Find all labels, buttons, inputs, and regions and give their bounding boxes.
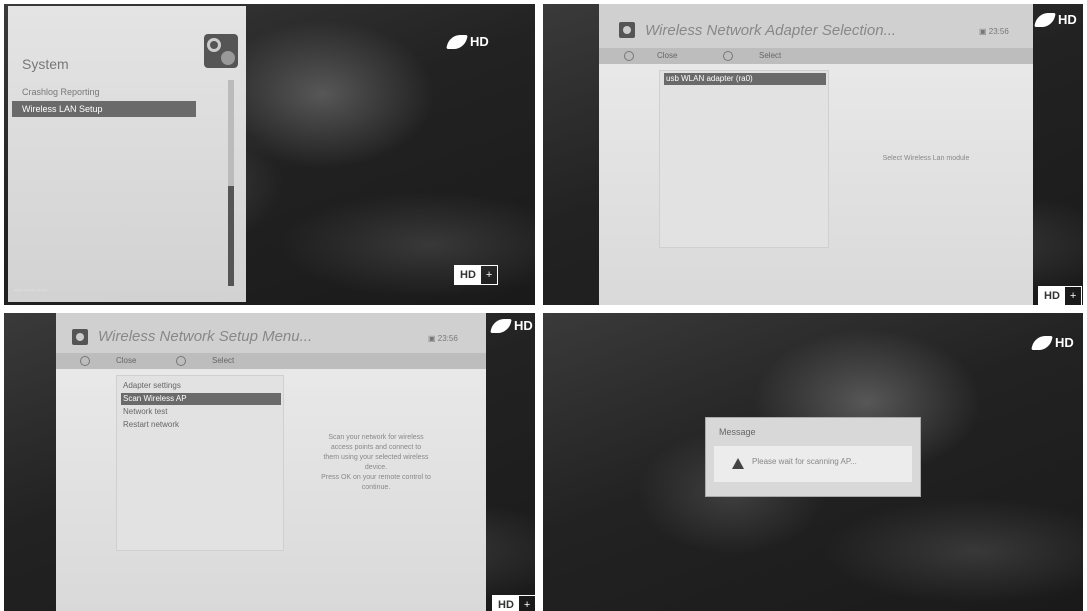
clock-text: 23:56 <box>988 27 1009 36</box>
dialog-title: Wireless Network Setup Menu... <box>98 328 313 345</box>
list-item-restart-network[interactable]: Restart network <box>121 419 281 431</box>
channel-logo-text: HD <box>1055 335 1074 350</box>
network-settings-icon <box>619 22 635 38</box>
system-menu: System Crashlog Reporting Wireless LAN S… <box>8 6 246 302</box>
menu-item-crashlog-reporting[interactable]: Crashlog Reporting <box>12 84 196 100</box>
select-button-icon[interactable] <box>176 356 186 366</box>
channel-logo-text: HD <box>1058 12 1077 27</box>
help-line: access points and connect to <box>330 444 422 451</box>
message-dialog: Message Please wait for scanning AP... <box>705 417 921 497</box>
clock-text: 23:56 <box>437 334 458 343</box>
close-button-icon[interactable] <box>80 356 90 366</box>
channel-logo-icon <box>446 34 468 49</box>
clock: ▣ 23:56 <box>428 334 458 343</box>
menu-title: System <box>22 56 69 72</box>
adapter-selection-dialog: Wireless Network Adapter Selection... ▣ … <box>599 4 1033 305</box>
plus-badge-text: + <box>485 269 493 281</box>
list-item-scan-wireless-ap[interactable]: Scan Wireless AP <box>121 393 281 405</box>
warning-icon <box>732 458 744 469</box>
channel-logo: HD <box>1031 335 1074 350</box>
channel-logo-icon <box>1034 12 1056 27</box>
help-text: Select Wireless Lan module <box>882 155 970 162</box>
message-body: Please wait for scanning AP... <box>714 446 912 482</box>
hd-badge-text: HD <box>493 596 519 611</box>
help-line: Press OK on your remote control to <box>321 474 431 481</box>
help-line: Scan your network for wireless <box>328 434 424 441</box>
list-item-network-test[interactable]: Network test <box>121 406 281 418</box>
panel-scanning-message: Message Please wait for scanning AP... H… <box>543 313 1083 611</box>
channel-logo-icon <box>490 318 512 333</box>
hd-plus-badge: HD + <box>492 595 535 611</box>
hd-badge-text: HD <box>455 266 481 284</box>
menu-footer: ▪▪▪▪ ▪▪▪▪▪ ▪▪▪▪▪ <box>14 288 48 294</box>
close-button-icon[interactable] <box>624 51 634 61</box>
dialog-title: Wireless Network Adapter Selection... <box>645 22 897 39</box>
list-item-adapter-settings[interactable]: Adapter settings <box>121 380 281 392</box>
help-line: continue. <box>361 484 391 491</box>
channel-logo: HD <box>1034 12 1077 27</box>
scrollbar-thumb[interactable] <box>228 186 234 286</box>
list-item-usb-wlan-adapter[interactable]: usb WLAN adapter (ra0) <box>664 73 826 85</box>
setup-menu-list: Adapter settings Scan Wireless AP Networ… <box>116 375 284 551</box>
select-button-icon[interactable] <box>723 51 733 61</box>
clock: ▣ 23:56 <box>979 27 1009 36</box>
setup-menu-dialog: Wireless Network Setup Menu... ▣ 23:56 C… <box>56 313 486 611</box>
panel-setup-menu: Wireless Network Setup Menu... ▣ 23:56 C… <box>4 313 535 611</box>
close-button[interactable]: Close <box>657 51 677 60</box>
plus-badge-text: + <box>523 599 531 611</box>
help-text: Scan your network for wireless access po… <box>296 433 456 493</box>
select-button[interactable]: Select <box>759 51 781 60</box>
close-button[interactable]: Close <box>116 356 136 365</box>
channel-logo-text: HD <box>514 318 533 333</box>
plus-badge-text: + <box>1069 290 1077 302</box>
channel-logo: HD <box>446 34 489 49</box>
panel-adapter-selection: Wireless Network Adapter Selection... ▣ … <box>543 4 1083 305</box>
scrollbar[interactable] <box>228 80 234 286</box>
panel-system-menu: System Crashlog Reporting Wireless LAN S… <box>4 4 535 305</box>
network-settings-icon <box>72 329 88 345</box>
channel-logo-icon <box>1031 335 1053 350</box>
channel-logo: HD <box>490 318 533 333</box>
help-line: them using your selected wireless <box>323 454 429 461</box>
message-text: Please wait for scanning AP... <box>752 457 857 466</box>
settings-icon <box>204 34 238 68</box>
message-title: Message <box>719 427 756 437</box>
adapter-list: usb WLAN adapter (ra0) <box>659 70 829 248</box>
help-line: device. <box>364 464 388 471</box>
menu-item-wireless-lan-setup[interactable]: Wireless LAN Setup <box>12 101 196 117</box>
hd-plus-badge: HD + <box>1038 286 1083 305</box>
channel-logo-text: HD <box>470 34 489 49</box>
hd-plus-badge: HD + <box>454 265 499 285</box>
hd-badge-text: HD <box>1039 287 1065 305</box>
select-button[interactable]: Select <box>212 356 234 365</box>
